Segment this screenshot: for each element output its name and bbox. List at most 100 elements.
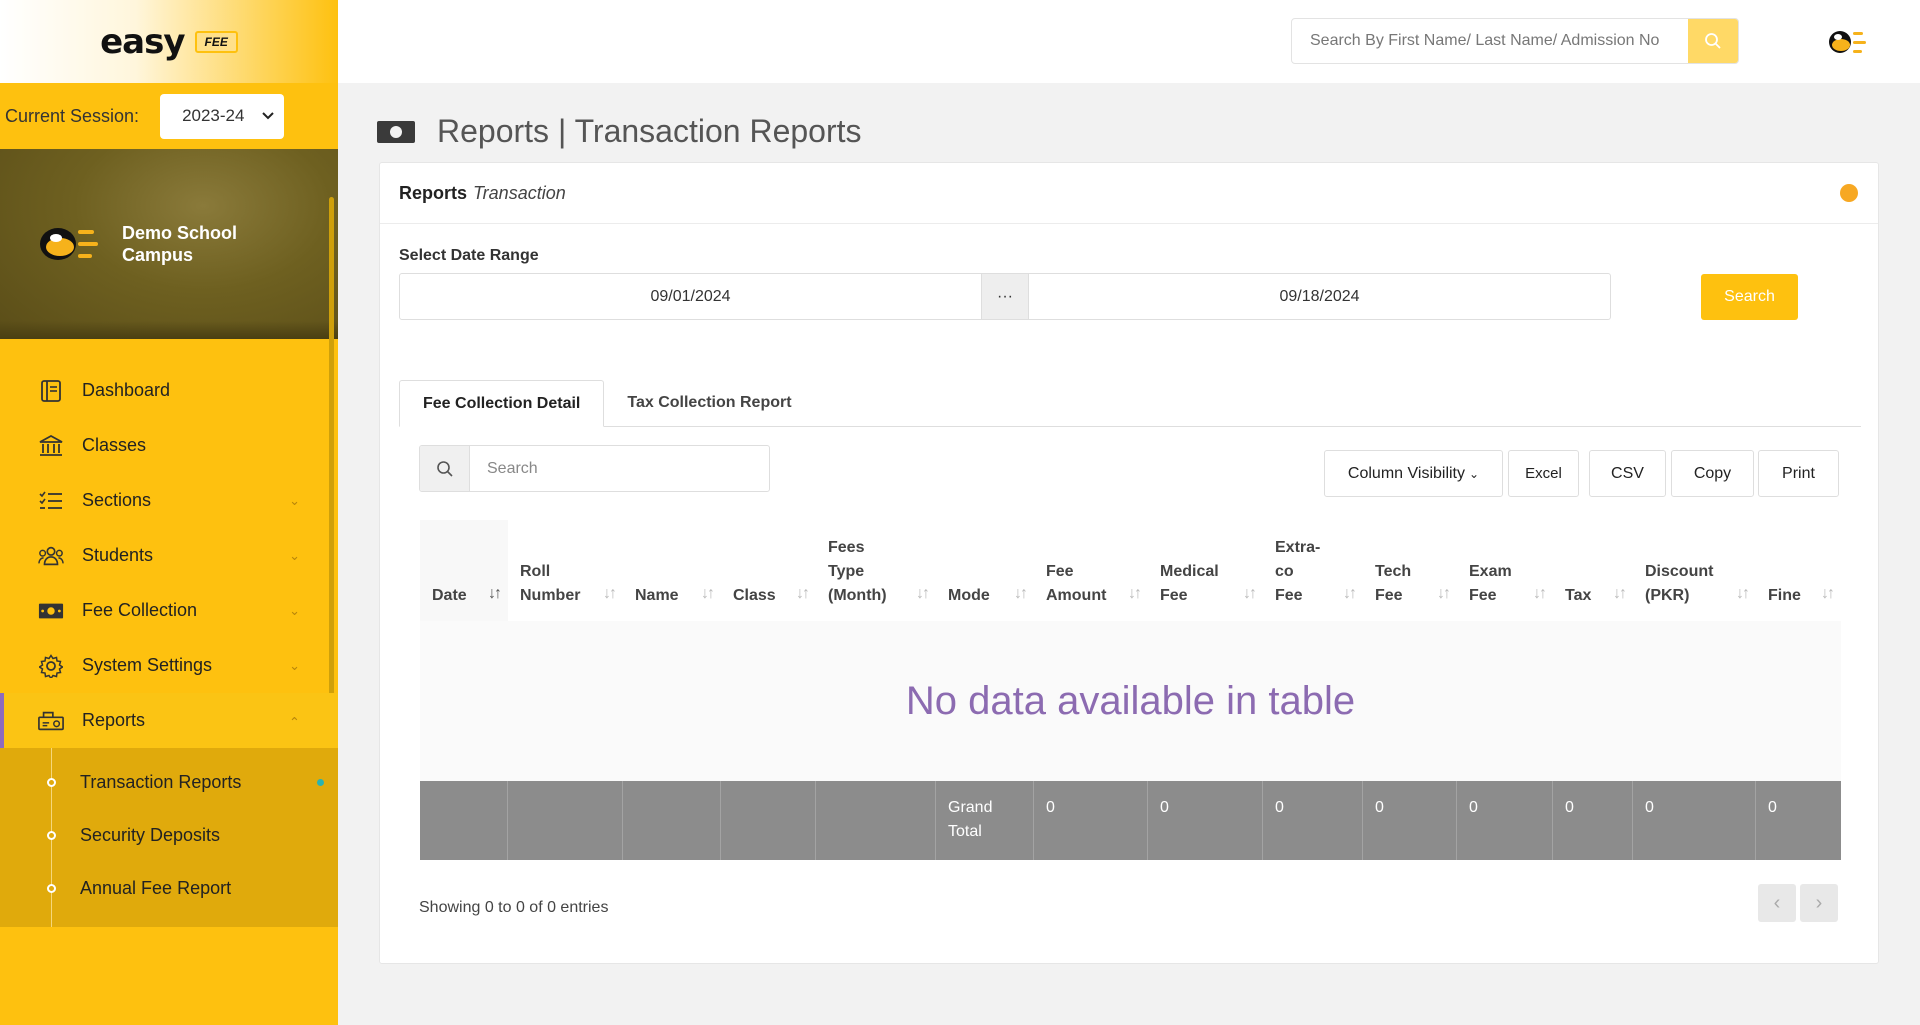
sort-icon[interactable]: ↓↑ (488, 582, 502, 606)
sort-icon[interactable]: ↓↑ (1437, 582, 1451, 606)
sort-icon[interactable]: ↓↑ (603, 582, 617, 606)
campus-logo (38, 219, 100, 269)
sort-icon[interactable]: ↓↑ (1014, 582, 1028, 606)
submenu-item-transaction-reports[interactable]: Transaction Reports (0, 756, 338, 809)
column-header-line: Fine (1768, 587, 1801, 604)
sort-icon[interactable]: ↓↑ (1821, 582, 1835, 606)
logo[interactable]: easy FEE (0, 0, 338, 83)
column-header-label: Mode (948, 584, 990, 608)
footer-cell: 0 (1148, 781, 1263, 860)
column-visibility-label: Column Visibility (1347, 464, 1465, 482)
table-header: Date ↓↑ Roll Number ↓↑ Name ↓↑ Class ↓↑ Fees Type (… (420, 520, 1841, 621)
footer-cell: 0 (1263, 781, 1363, 860)
column-header-line: co (1275, 563, 1294, 580)
footer-cell-line: Grand (948, 799, 993, 816)
column-header[interactable]: Class ↓↑ (721, 520, 816, 621)
sidebar-item-label: Reports (82, 710, 146, 730)
column-header[interactable]: Extra-co Fee ↓↑ (1263, 520, 1363, 621)
submenu-item-label: Security Deposits (80, 825, 221, 845)
column-header-line: Discount (1645, 563, 1714, 580)
column-header[interactable]: Date ↓↑ (420, 520, 508, 621)
sort-icon[interactable]: ↓↑ (1343, 582, 1357, 606)
sidebar-item-label: Students (82, 545, 154, 565)
column-header-line: Name (635, 587, 679, 604)
table-search: Search (419, 445, 770, 492)
copy-button[interactable]: Copy (1671, 450, 1754, 497)
sidebar-item-system-settings[interactable]: System Settings ⌄ (0, 638, 338, 693)
column-header-label: Medical Fee (1160, 560, 1219, 608)
sidebar-item-classes[interactable]: Classes (0, 418, 338, 473)
sort-icon[interactable]: ↓↑ (1736, 582, 1750, 606)
global-search: Search By First Name/ Last Name/ Admissi… (1291, 18, 1739, 64)
column-header[interactable]: Roll Number ↓↑ (508, 520, 623, 621)
previous-page-button[interactable]: ‹ (1758, 884, 1796, 922)
column-header-line: Amount (1046, 587, 1107, 604)
chevron-down-icon (262, 112, 274, 120)
submenu-item-annual-fee-report[interactable]: Annual Fee Report (0, 862, 338, 915)
sidebar-item-fee-collection[interactable]: Fee Collection ⌄ (0, 583, 338, 638)
column-header-label: Class (733, 584, 776, 608)
column-header[interactable]: Mode ↓↑ (936, 520, 1034, 621)
submenu-item-security-deposits[interactable]: Security Deposits (0, 809, 338, 862)
column-header-line: Tax (1565, 587, 1592, 604)
sort-icon[interactable]: ↓↑ (796, 582, 810, 606)
print-button[interactable]: Print (1758, 450, 1839, 497)
column-header[interactable]: Fee Amount ↓↑ (1034, 520, 1148, 621)
user-avatar[interactable] (1827, 24, 1867, 60)
column-header-label: Discount (PKR) (1645, 560, 1713, 608)
date-range-label: Select Date Range (399, 247, 539, 264)
sort-icon[interactable]: ↓↑ (1128, 582, 1142, 606)
submenu-item-label: Annual Fee Report (80, 878, 232, 898)
users-icon (38, 544, 64, 568)
column-header[interactable]: Name ↓↑ (623, 520, 721, 621)
card-header: Reports Transaction (380, 163, 1878, 224)
sort-icon[interactable]: ↓↑ (1243, 582, 1257, 606)
table-search-input[interactable]: Search (470, 446, 769, 491)
column-header[interactable]: Exam Fee ↓↑ (1457, 520, 1553, 621)
column-header[interactable]: Tech Fee ↓↑ (1363, 520, 1457, 621)
campus-name: Demo School Campus (122, 223, 238, 265)
sidebar-item-dashboard[interactable]: Dashboard (0, 363, 338, 418)
chevron-down-icon: ⌄ (289, 602, 300, 618)
column-header-line: Number (520, 587, 581, 604)
session-value: 2023-24 (182, 106, 245, 125)
column-header-line: (Month) (828, 587, 887, 604)
sort-icon[interactable]: ↓↑ (1533, 582, 1547, 606)
date-range-separator: ··· (981, 274, 1029, 319)
sidebar-item-label: Dashboard (82, 380, 171, 400)
column-visibility-button[interactable]: Column Visibility ⌄ (1324, 450, 1503, 497)
column-header-label: Roll Number (520, 560, 580, 608)
sidebar-item-reports[interactable]: Reports ⌄ (0, 693, 338, 748)
column-header[interactable]: Tax ↓↑ (1553, 520, 1633, 621)
end-date-input[interactable]: 09/18/2024 (1029, 274, 1610, 319)
column-header[interactable]: Fine ↓↑ (1756, 520, 1841, 621)
search-button[interactable]: Search (1701, 274, 1798, 320)
report-tabs: Fee Collection Detail Tax Collection Rep… (399, 380, 1861, 427)
global-search-button[interactable] (1688, 19, 1738, 63)
column-header[interactable]: Medical Fee ↓↑ (1148, 520, 1263, 621)
csv-button[interactable]: CSV (1589, 450, 1666, 497)
column-header[interactable]: Discount (PKR) ↓↑ (1633, 520, 1756, 621)
next-page-button[interactable]: › (1800, 884, 1838, 922)
reports-submenu: Transaction Reports Security Deposits An… (0, 748, 338, 927)
tab-fee-collection-detail[interactable]: Fee Collection Detail (399, 380, 605, 427)
sidebar-item-label: Fee Collection (82, 600, 198, 620)
start-date-input[interactable]: 09/01/2024 (400, 274, 981, 319)
transactions-table: Date ↓↑ Roll Number ↓↑ Name ↓↑ Class ↓↑ Fees Type (… (420, 520, 1841, 860)
global-search-input[interactable]: Search By First Name/ Last Name/ Admissi… (1292, 19, 1688, 63)
sort-icon[interactable]: ↓↑ (916, 582, 930, 606)
tab-tax-collection-report[interactable]: Tax Collection Report (604, 380, 814, 426)
column-header-line: Roll (520, 563, 551, 580)
column-header-line: (PKR) (1645, 587, 1690, 604)
column-header-line: Fee (1375, 587, 1403, 604)
sidebar-item-label: Sections (82, 490, 152, 510)
sidebar-item-sections[interactable]: Sections ⌄ (0, 473, 338, 528)
sort-icon[interactable]: ↓↑ (1613, 582, 1627, 606)
column-header-line: Medical (1160, 563, 1219, 580)
column-header[interactable]: Fees Type (Month) ↓↑ (816, 520, 936, 621)
chevron-up-icon: ⌄ (289, 713, 300, 729)
sort-icon[interactable]: ↓↑ (701, 582, 715, 606)
session-select[interactable]: 2023-24 (160, 93, 285, 139)
excel-button[interactable]: Excel (1508, 450, 1579, 497)
sidebar-item-students[interactable]: Students ⌄ (0, 528, 338, 583)
